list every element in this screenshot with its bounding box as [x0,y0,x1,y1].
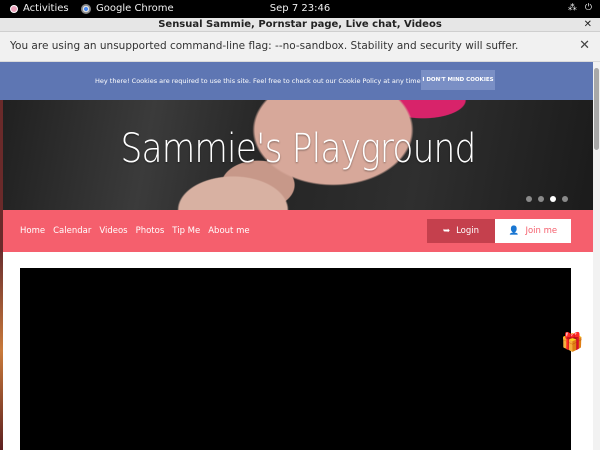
login-arrow-icon: ➥ [442,226,451,236]
join-button[interactable]: 👤 Join me [495,219,571,243]
content-area [3,252,593,450]
join-label: Join me [525,226,558,236]
warning-infobar: You are using an unsupported command-lin… [0,32,600,62]
nav-link-videos[interactable]: Videos [99,226,127,236]
window-titlebar: Sensual Sammie, Pornstar page, Live chat… [0,18,600,32]
main-nav: Home Calendar Videos Photos Tip Me About… [3,210,593,252]
login-label: Login [456,226,480,236]
slider-dot[interactable] [562,196,568,202]
login-button[interactable]: ➥ Login [427,219,495,243]
nav-link-tip-me[interactable]: Tip Me [172,226,200,236]
system-top-bar: Activities Google Chrome Sep 7 23:46 ⁂ ⏻ [0,0,600,18]
cookie-text: Hey there! Cookies are required to use t… [95,77,423,85]
infobar-close-icon[interactable]: ✕ [579,38,590,53]
hero-banner: Sammie's Playground [3,100,593,210]
nav-link-calendar[interactable]: Calendar [53,226,91,236]
scrollbar-thumb[interactable] [594,68,599,150]
window-title: Sensual Sammie, Pornstar page, Live chat… [158,19,442,30]
hero-title: Sammie's Playground [120,126,477,172]
clock[interactable]: Sep 7 23:46 [0,3,600,14]
cookie-banner: Hey there! Cookies are required to use t… [0,62,593,100]
slider-dot[interactable] [538,196,544,202]
nav-link-photos[interactable]: Photos [136,226,165,236]
page-scrollbar[interactable] [593,62,600,450]
power-icon: ⏻ [584,3,592,13]
user-icon: 👤 [508,226,520,236]
nav-links: Home Calendar Videos Photos Tip Me About… [20,226,250,236]
page-viewport: Hey there! Cookies are required to use t… [0,62,593,450]
window-close-icon[interactable]: ✕ [584,18,592,32]
slider-dot-active[interactable] [550,196,556,202]
nav-link-home[interactable]: Home [20,226,45,236]
nav-link-about-me[interactable]: About me [208,226,249,236]
slider-dots [526,196,568,202]
system-status-menu[interactable]: ⁂ ⏻ [568,3,592,13]
accept-cookies-button[interactable]: I DON'T MIND COOKIES [421,70,495,90]
video-player[interactable] [20,268,571,450]
slider-dot[interactable] [526,196,532,202]
network-icon: ⁂ [567,3,577,13]
infobar-message: You are using an unsupported command-lin… [10,40,519,52]
gift-icon[interactable]: 🎁 [561,332,583,353]
